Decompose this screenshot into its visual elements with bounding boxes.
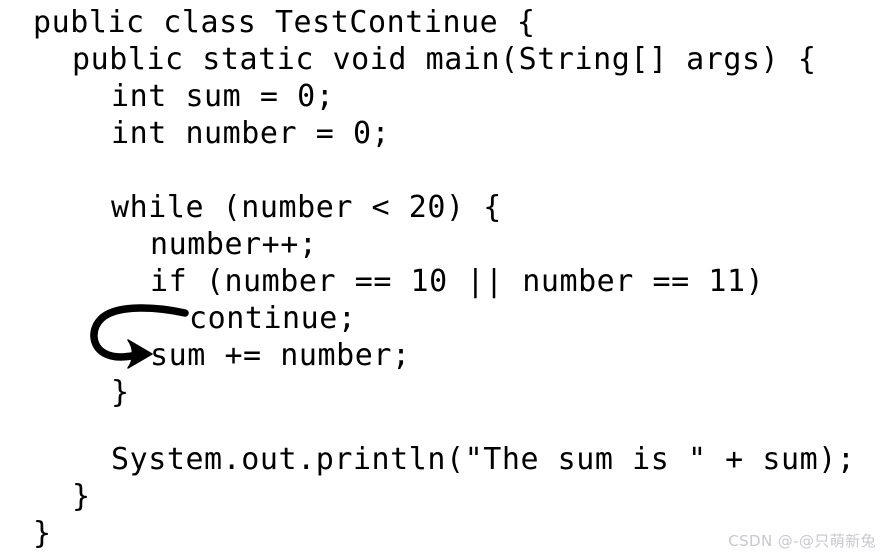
code-line: sum += number; — [150, 338, 411, 373]
code-line: } — [72, 479, 91, 514]
code-line: public static void main(String[] args) { — [72, 42, 817, 77]
code-line: int number = 0; — [111, 116, 391, 151]
code-line: if (number == 10 || number == 11) — [150, 264, 765, 299]
code-screenshot: public class TestContinue {public static… — [0, 0, 890, 557]
code-line: System.out.println("The sum is " + sum); — [111, 442, 856, 477]
code-line: } — [111, 375, 130, 410]
code-line: while (number < 20) { — [111, 190, 502, 225]
java-code-block: public class TestContinue {public static… — [0, 0, 890, 557]
code-line: } — [33, 516, 52, 551]
code-line: number++; — [150, 227, 318, 262]
csdn-watermark: CSDN @-@只萌新兔 — [728, 532, 876, 550]
code-line: int sum = 0; — [111, 79, 335, 114]
code-line: public class TestContinue { — [33, 5, 536, 40]
code-line: continue; — [189, 301, 357, 336]
